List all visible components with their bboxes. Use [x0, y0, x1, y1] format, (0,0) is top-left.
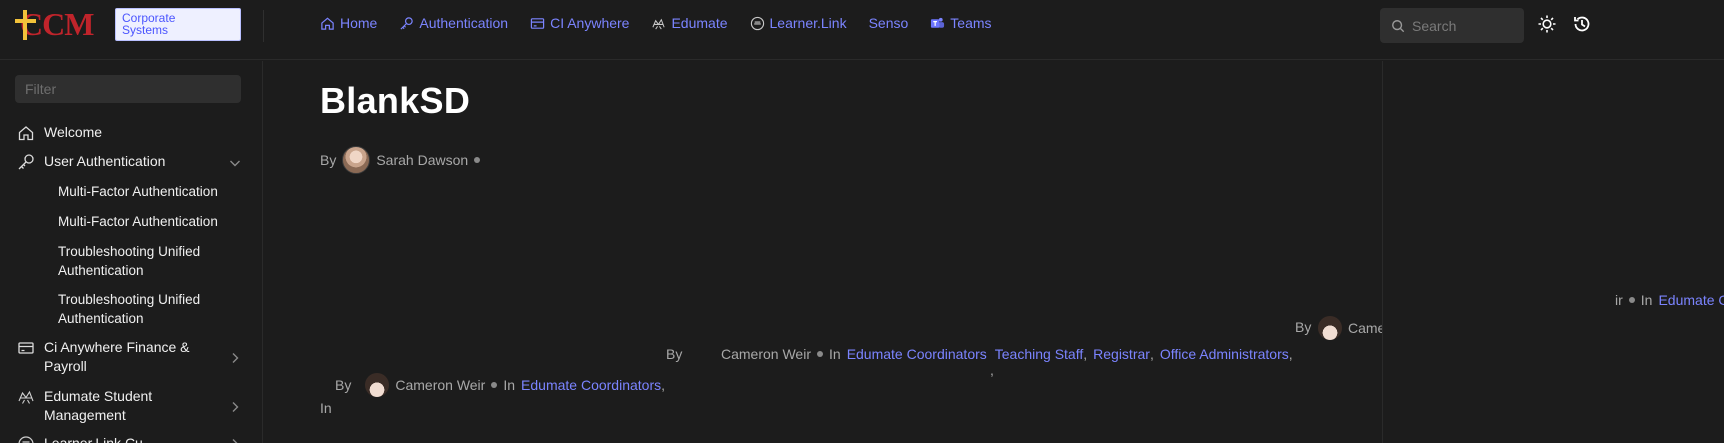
nav-home-label: Home — [340, 15, 378, 31]
comma: , — [1149, 346, 1154, 362]
category-link[interactable]: Registrar — [1093, 346, 1150, 362]
nav-senso-label: Senso — [868, 15, 909, 31]
nav-home[interactable]: Home — [320, 15, 377, 31]
fragment-author-inner: Came — [1318, 316, 1382, 340]
stray-comma: , — [990, 362, 994, 378]
sidebar-subitem-mfa-1[interactable]: Multi-Factor Authentication — [58, 182, 248, 201]
separator-dot — [491, 382, 498, 388]
sidebar: Welcome User Authentication Multi-Factor… — [0, 61, 263, 443]
category-link[interactable]: Edumate Coordinators — [847, 346, 987, 362]
edumate-icon — [652, 18, 666, 29]
sidebar-item-label: Edumate Student Management — [44, 388, 153, 423]
by-label: By — [320, 152, 337, 168]
nav-teams[interactable]: Teams — [930, 15, 992, 31]
sidebar-item-welcome[interactable]: Welcome — [17, 123, 102, 142]
avatar[interactable] — [1318, 316, 1342, 340]
in-label: In — [503, 377, 516, 393]
comma: , — [661, 377, 665, 393]
sidebar-item-label: Welcome — [44, 124, 103, 140]
separator-dot — [474, 157, 481, 163]
home-icon — [321, 17, 334, 30]
search-input[interactable] — [1412, 17, 1512, 34]
author-name[interactable]: Came — [1348, 320, 1382, 336]
search-icon — [1392, 19, 1405, 32]
sidebar-item-edumate[interactable]: Edumate Student Management — [17, 387, 227, 425]
page-title: BlankSD — [320, 80, 471, 121]
avatar[interactable] — [342, 146, 371, 174]
sidebar-subitem-troubleshooting-1[interactable]: Troubleshooting Unified Authentication — [58, 242, 248, 280]
history-icon[interactable] — [1572, 14, 1592, 34]
badge-line2: Systems — [122, 23, 169, 37]
in-label: In — [829, 346, 841, 362]
chevron-down-icon[interactable] — [228, 156, 242, 170]
key-icon — [400, 16, 414, 30]
by-label: By — [666, 346, 683, 362]
edumate-icon — [18, 390, 34, 404]
nav-authentication-label: Authentication — [419, 15, 509, 31]
fragment-author-line-1: By — [1295, 319, 1311, 335]
sidebar-item-label: Ci Anywhere Finance & Payroll — [44, 339, 190, 374]
comma: , — [1288, 346, 1293, 362]
logo-text: CCM — [20, 6, 94, 42]
chevron-right-icon[interactable] — [228, 400, 242, 414]
fragment-author-line-3: By Cameron Weir In Edumate Coordinators, — [335, 373, 665, 397]
separator-dot — [817, 351, 823, 357]
sun-icon[interactable] — [1537, 14, 1557, 34]
fragment-author-line-2: By — [666, 346, 682, 362]
fragment-author-clip: Came — [1318, 314, 1382, 344]
filter-input[interactable] — [15, 75, 241, 103]
category-link[interactable]: Teaching Staff — [995, 346, 1083, 362]
author-name-tail: ir — [1615, 292, 1623, 308]
nav-edumate-label: Edumate — [671, 15, 728, 31]
home-icon — [18, 126, 34, 141]
category-link[interactable]: Edumate C — [1658, 292, 1724, 308]
fragment-in-line: In — [320, 400, 332, 416]
chevron-right-icon[interactable] — [228, 437, 242, 443]
sidebar-subitem-troubleshooting-2[interactable]: Troubleshooting Unified Authentication — [58, 290, 248, 328]
fragment-right-line: ir In Edumate C — [1615, 292, 1724, 308]
teams-icon — [931, 17, 945, 28]
divider — [263, 10, 264, 42]
top-navbar: CCM Corporate Systems Home Authenticatio… — [0, 0, 1724, 60]
nav-teams-label: Teams — [950, 15, 992, 31]
search-box[interactable] — [1380, 8, 1524, 43]
sidebar-item-learner-link[interactable]: Learner.Link Cu — [17, 434, 143, 443]
separator-dot — [1628, 297, 1635, 303]
nav-ci-anywhere[interactable]: CI Anywhere — [530, 15, 629, 31]
ccm-logo[interactable]: CCM — [12, 6, 112, 42]
main-nav: Home Authentication CI Anywhere Edumate … — [320, 14, 992, 32]
key-icon — [18, 154, 34, 170]
corporate-systems-badge[interactable]: Corporate Systems — [115, 8, 241, 41]
in-label: In — [320, 400, 332, 416]
sidebar-item-label: User Authentication — [44, 153, 166, 169]
nav-senso[interactable]: Senso — [869, 15, 909, 31]
nav-ci-anywhere-label: CI Anywhere — [550, 15, 630, 31]
nav-authentication[interactable]: Authentication — [399, 15, 508, 31]
by-label: By — [1295, 319, 1312, 335]
by-label: By — [335, 377, 352, 393]
fragment-category-line-2: Cameron Weir In Edumate Coordinators Tea… — [721, 346, 1293, 362]
learnerlink-icon — [18, 436, 34, 443]
toc-divider — [1382, 61, 1383, 443]
nav-learner-link[interactable]: Learner.Link — [750, 15, 847, 31]
in-label: In — [1640, 292, 1653, 308]
avatar[interactable] — [365, 373, 390, 397]
sidebar-item-user-authentication[interactable]: User Authentication — [17, 152, 165, 171]
category-link[interactable]: Edumate Coordinators — [521, 377, 661, 393]
author-name[interactable]: Cameron Weir — [395, 377, 485, 393]
card-icon — [18, 342, 34, 354]
author-name[interactable]: Sarah Dawson — [376, 152, 468, 168]
sidebar-item-label: Learner.Link Cu — [44, 435, 143, 443]
card-icon — [530, 17, 545, 29]
chevron-right-icon[interactable] — [228, 351, 242, 365]
page-author-line: By Sarah Dawson — [320, 146, 481, 174]
nav-learner-link-label: Learner.Link — [769, 15, 847, 31]
nav-edumate[interactable]: Edumate — [651, 15, 728, 31]
learnerlink-icon — [750, 16, 764, 30]
comma: , — [1083, 346, 1088, 362]
author-name[interactable]: Cameron Weir — [721, 346, 811, 362]
sidebar-item-ci-anywhere[interactable]: Ci Anywhere Finance & Payroll — [17, 338, 227, 376]
category-link[interactable]: Office Administrators — [1160, 346, 1289, 362]
sidebar-subitem-mfa-2[interactable]: Multi-Factor Authentication — [58, 212, 248, 231]
